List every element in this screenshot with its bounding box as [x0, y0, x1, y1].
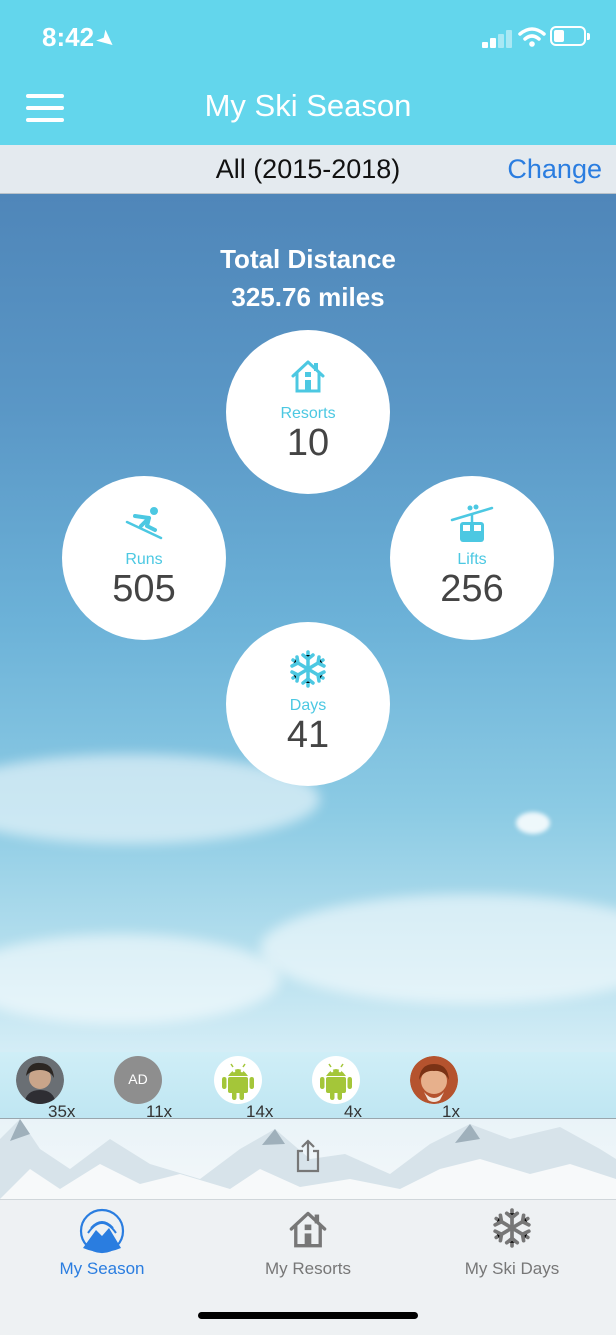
lifts-label: Lifts: [457, 551, 487, 568]
avatar: AD: [114, 1056, 162, 1104]
wifi-icon: [518, 26, 546, 48]
days-label: Days: [289, 697, 327, 714]
runs-stat[interactable]: Runs 505: [62, 476, 226, 640]
snowflake-icon: [226, 650, 390, 690]
android-icon: [214, 1056, 262, 1104]
status-time-text: 8:42: [42, 22, 95, 52]
lifts-stat[interactable]: Lifts 256: [390, 476, 554, 640]
avatar: [410, 1056, 458, 1104]
status-time: 8:42➤: [42, 22, 120, 54]
runs-label: Runs: [125, 551, 163, 568]
avatar: [16, 1056, 64, 1104]
share-icon[interactable]: [294, 1139, 322, 1173]
cloud-decoration: [0, 934, 280, 1024]
page-title: My Ski Season: [204, 88, 412, 123]
home-indicator[interactable]: [198, 1312, 418, 1319]
resorts-value: 10: [286, 422, 330, 464]
friends-strip: 35x AD 11x 14x 4x 1x: [0, 1052, 616, 1121]
skier-icon: [62, 504, 226, 544]
lifts-value: 256: [440, 568, 504, 610]
cellular-signal-icon: [482, 30, 516, 48]
tab-my-season[interactable]: My Season: [2, 1208, 202, 1288]
house-icon: [208, 1208, 408, 1254]
battery-icon: [550, 26, 590, 46]
mountain-circle-icon: [2, 1208, 202, 1254]
avatar-initials: AD: [128, 1071, 148, 1087]
total-distance-value: 325.76 miles: [231, 282, 385, 312]
tab-my-season-label: My Season: [59, 1259, 145, 1278]
friend-item[interactable]: 14x: [214, 1056, 273, 1121]
friend-item[interactable]: 4x: [312, 1056, 362, 1121]
runs-value: 505: [112, 568, 176, 610]
total-distance-title: Total Distance: [220, 244, 396, 274]
friend-item[interactable]: AD 11x: [114, 1056, 172, 1121]
cloud-decoration: [260, 894, 616, 1004]
snowflake-icon: [412, 1208, 612, 1254]
stats-panel: Total Distance 325.76 miles Resorts 10 R: [0, 194, 616, 1052]
android-icon: [312, 1056, 360, 1104]
cloud-decoration: [516, 812, 550, 834]
mountain-banner: [0, 1119, 616, 1199]
tab-my-ski-days-label: My Ski Days: [464, 1259, 560, 1278]
season-selector: All (2015-2018) Change: [0, 145, 616, 194]
days-value: 41: [286, 714, 330, 756]
friend-item[interactable]: 1x: [410, 1056, 460, 1121]
resorts-stat[interactable]: Resorts 10: [226, 330, 390, 494]
tab-my-ski-days[interactable]: My Ski Days: [412, 1208, 612, 1288]
tab-my-resorts-label: My Resorts: [265, 1259, 351, 1278]
top-bar: 8:42➤ My Ski Season: [0, 0, 616, 145]
gondola-icon: [390, 504, 554, 544]
house-icon: [226, 358, 390, 398]
resorts-label: Resorts: [280, 405, 336, 422]
tab-my-resorts[interactable]: My Resorts: [208, 1208, 408, 1288]
friend-item[interactable]: 35x: [16, 1056, 75, 1121]
change-season-button[interactable]: Change: [507, 154, 602, 185]
days-stat[interactable]: Days 41: [226, 622, 390, 786]
location-arrow-icon: ➤: [92, 26, 120, 54]
